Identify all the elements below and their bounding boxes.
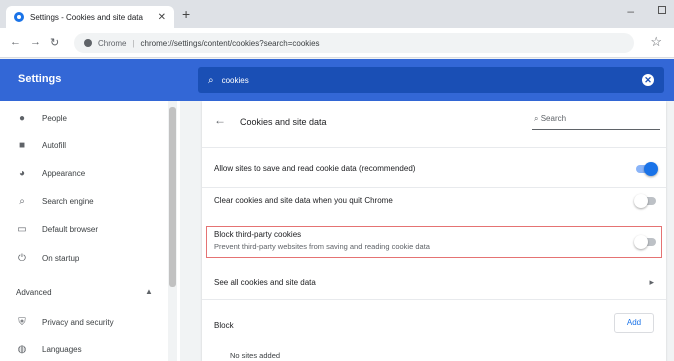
settings-main: ← Cookies and site data ⌕ Search Allow s… [180,101,674,361]
sidebar-item-autofill[interactable]: ■ Autofill [16,140,66,151]
browser-toolbar: ← → ↻ Chrome | chrome://settings/content… [0,28,674,58]
settings-title: Settings [18,73,62,85]
tab-close-icon[interactable]: ✕ [158,12,166,23]
allow-cookies-toggle[interactable] [636,162,658,176]
palette-icon: ◕ [18,168,26,179]
clear-search-icon[interactable]: ✕ [642,74,654,86]
omnibox-origin: Chrome [98,38,127,48]
tab-strip: Settings - Cookies and site data ✕ + – [0,0,674,28]
sidebar-scrollbar-thumb[interactable] [169,107,176,287]
person-icon: ● [18,113,26,124]
sidebar-item-privacy[interactable]: ⛨ Privacy and security [16,317,114,328]
search-field[interactable]: ⌕ Search [532,114,660,130]
setting-label: See all cookies and site data [214,278,316,287]
forward-arrow-icon[interactable]: → [30,36,41,48]
settings-search-field[interactable]: ⌕ cookies ✕ [198,67,664,93]
settings-sidebar: ● People ■ Autofill ◕ Appearance ⌕ Searc… [0,101,180,361]
page-title: Cookies and site data [240,117,327,127]
sidebar-item-appearance[interactable]: ◕ Appearance [16,168,85,179]
no-sites-label: No sites added [230,351,281,360]
divider [202,299,666,300]
chevron-up-icon[interactable]: ▲ [145,287,153,296]
tab-settings[interactable]: Settings - Cookies and site data ✕ [6,6,174,28]
settings-header: Settings ⌕ cookies ✕ [0,59,674,101]
search-icon: ⌕ [208,74,214,86]
search-placeholder: Search [540,114,567,123]
cookies-card: ← Cookies and site data ⌕ Search Allow s… [202,101,666,361]
sidebar-advanced-toggle[interactable]: Advanced [16,288,52,297]
sidebar-item-label: Search engine [42,197,94,206]
new-tab-button[interactable]: + [182,6,190,22]
divider [202,187,666,188]
settings-gear-icon [14,12,24,22]
add-button[interactable]: Add [614,313,654,333]
settings-search-input[interactable]: cookies [222,76,634,85]
setting-sublabel: Prevent third-party websites from saving… [214,242,430,251]
omnibox-url: chrome://settings/content/cookies?search… [140,38,320,48]
sidebar-item-label: Privacy and security [42,318,114,327]
address-bar[interactable]: Chrome | chrome://settings/content/cooki… [74,33,634,53]
sidebar-item-label: People [42,114,67,123]
setting-row-clear-on-exit[interactable]: Clear cookies and site data when you qui… [202,191,666,211]
back-arrow-icon[interactable]: ← [214,113,226,127]
sidebar-item-label: On startup [42,254,80,263]
divider [202,147,666,148]
clipboard-icon: ■ [18,140,26,151]
block-third-party-toggle[interactable] [634,235,656,249]
omnibox-separator: | [132,38,135,48]
maximize-button[interactable] [658,6,666,14]
sidebar-item-on-startup[interactable]: ⏻ On startup [16,253,79,264]
sidebar-item-label: Default browser [42,225,99,234]
site-info-icon[interactable] [84,39,92,47]
setting-label: Block third-party cookies [214,230,302,239]
setting-row-see-all-cookies[interactable]: See all cookies and site data ▸ [202,273,666,293]
sidebar-item-label: Languages [42,345,82,354]
setting-row-allow-cookies[interactable]: Allow sites to save and read cookie data… [202,159,666,179]
sidebar-item-label: Appearance [42,169,86,178]
browser-icon: ▭ [17,224,27,235]
sidebar-item-default-browser[interactable]: ▭ Default browser [16,224,98,235]
tab-title: Settings - Cookies and site data [30,12,143,22]
globe-icon: ◍ [17,344,27,355]
shield-icon: ⛨ [18,317,26,328]
chevron-right-icon[interactable]: ▸ [649,277,654,288]
search-icon: ⌕ [19,196,25,207]
sidebar-item-people[interactable]: ● People [16,113,67,124]
setting-row-block-third-party[interactable]: Block third-party cookies Prevent third-… [202,228,666,256]
sidebar-item-search-engine[interactable]: ⌕ Search engine [16,196,94,207]
sidebar-item-languages[interactable]: ◍ Languages [16,344,82,355]
setting-label: Allow sites to save and read cookie data… [214,164,416,173]
bookmark-star-icon[interactable]: ☆ [650,34,662,50]
power-icon: ⏻ [18,253,26,264]
minimize-button[interactable]: – [627,4,634,18]
reload-icon[interactable]: ↻ [50,36,59,49]
block-section-label: Block [214,321,234,330]
setting-label: Clear cookies and site data when you qui… [214,196,393,205]
back-arrow-icon[interactable]: ← [10,36,21,48]
sidebar-item-label: Autofill [42,141,67,150]
clear-on-exit-toggle[interactable] [634,194,656,208]
